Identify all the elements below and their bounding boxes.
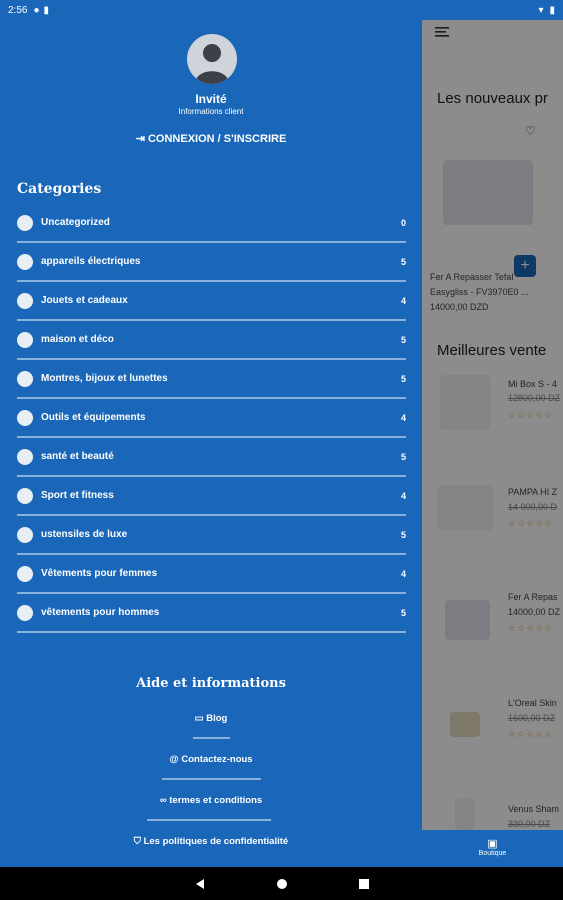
- category-icon: [17, 448, 33, 465]
- category-count: 4: [400, 490, 406, 501]
- contact-link[interactable]: @ Contactez-nous: [0, 754, 422, 765]
- category-count: 5: [400, 529, 406, 540]
- categories-title: Categories: [17, 181, 102, 197]
- help-section-title: Aide et informations: [136, 676, 286, 691]
- category-label: appareils électriques: [41, 256, 141, 267]
- category-item[interactable]: vêtements pour hommes 5: [17, 594, 406, 633]
- status-bar: 2:56 ● ▮ ▾ ▮: [0, 0, 563, 20]
- battery-icon: ▮: [549, 4, 555, 16]
- system-navigation-bar: [0, 867, 563, 900]
- category-count: 4: [400, 295, 406, 306]
- category-label: Outils et équipements: [41, 412, 146, 423]
- category-label: Jouets et cadeaux: [41, 295, 128, 306]
- category-icon: [17, 253, 33, 270]
- terms-label: termes et conditions: [169, 795, 263, 806]
- category-item[interactable]: Vêtements pour femmes 4: [17, 555, 406, 594]
- category-label: santé et beauté: [41, 451, 114, 462]
- navigation-drawer: Invité Informations client ⇥ CONNEXION /…: [0, 0, 422, 867]
- shield-icon: ⛉: [133, 836, 141, 847]
- category-count: 5: [400, 256, 406, 267]
- category-icon: [17, 331, 33, 348]
- category-icon: [17, 604, 33, 621]
- category-label: vêtements pour hommes: [41, 607, 160, 618]
- category-item[interactable]: appareils électriques 5: [17, 243, 406, 282]
- category-icon: [17, 409, 33, 426]
- recents-icon[interactable]: [358, 878, 370, 890]
- notification-icon: ●: [33, 4, 40, 16]
- category-item[interactable]: ustensiles de luxe 5: [17, 516, 406, 555]
- user-name: Invité: [195, 92, 227, 106]
- category-label: maison et déco: [41, 334, 114, 345]
- divider: [162, 778, 261, 780]
- login-label: CONNEXION / S'INSCRIRE: [147, 133, 287, 145]
- category-item[interactable]: Sport et fitness 4: [17, 477, 406, 516]
- blog-label: Blog: [206, 713, 228, 724]
- login-button[interactable]: ⇥ CONNEXION / S'INSCRIRE: [0, 132, 422, 145]
- at-sign-icon: @: [169, 754, 179, 765]
- category-label: Uncategorized: [41, 217, 110, 228]
- category-count: 4: [400, 568, 406, 579]
- category-icon: [17, 214, 33, 231]
- category-icon: [17, 487, 33, 504]
- tab-boutique[interactable]: ▣ Boutique: [422, 830, 563, 867]
- divider: [147, 819, 271, 821]
- terms-link[interactable]: ∞ termes et conditions: [0, 795, 422, 806]
- monitor-icon: ▭: [194, 713, 204, 724]
- privacy-label: Les politiques de confidentialité: [143, 836, 289, 847]
- category-icon: [17, 292, 33, 309]
- category-label: Montres, bijoux et lunettes: [41, 373, 168, 384]
- category-count: 5: [400, 373, 406, 384]
- category-label: Sport et fitness: [41, 490, 114, 501]
- login-icon: ⇥: [135, 133, 145, 145]
- sd-card-icon: ▮: [43, 4, 50, 16]
- handshake-icon: ∞: [159, 795, 167, 806]
- category-count: 5: [400, 334, 406, 345]
- category-icon: [17, 565, 33, 582]
- shop-bag-icon: ▣: [487, 838, 498, 850]
- category-count: 4: [400, 412, 406, 423]
- user-silhouette-icon: [195, 44, 229, 84]
- category-item[interactable]: santé et beauté 5: [17, 438, 406, 477]
- category-item[interactable]: Montres, bijoux et lunettes 5: [17, 360, 406, 399]
- category-item[interactable]: Uncategorized 0: [17, 204, 406, 243]
- tab-label: Boutique: [478, 850, 507, 857]
- category-label: ustensiles de luxe: [41, 529, 128, 540]
- category-count: 5: [400, 607, 406, 618]
- category-count: 5: [400, 451, 406, 462]
- back-icon[interactable]: [194, 878, 206, 890]
- category-item[interactable]: Outils et équipements 4: [17, 399, 406, 438]
- category-count: 0: [400, 217, 406, 228]
- category-item[interactable]: Jouets et cadeaux 4: [17, 282, 406, 321]
- avatar: [187, 34, 237, 84]
- category-list: Uncategorized 0 appareils électriques 5 Jo…: [17, 204, 406, 633]
- category-icon: [17, 370, 33, 387]
- status-time: 2:56: [8, 4, 28, 16]
- blog-link[interactable]: ▭ Blog: [0, 713, 422, 724]
- category-item[interactable]: maison et déco 5: [17, 321, 406, 360]
- contact-label: Contactez-nous: [181, 754, 253, 765]
- home-icon[interactable]: [276, 878, 288, 890]
- category-icon: [17, 526, 33, 543]
- category-label: Vêtements pour femmes: [41, 568, 158, 579]
- divider: [193, 737, 230, 739]
- user-info-link[interactable]: Informations client: [0, 107, 422, 116]
- wifi-icon: ▾: [538, 4, 544, 16]
- privacy-link[interactable]: ⛉ Les politiques de confidentialité: [0, 836, 422, 847]
